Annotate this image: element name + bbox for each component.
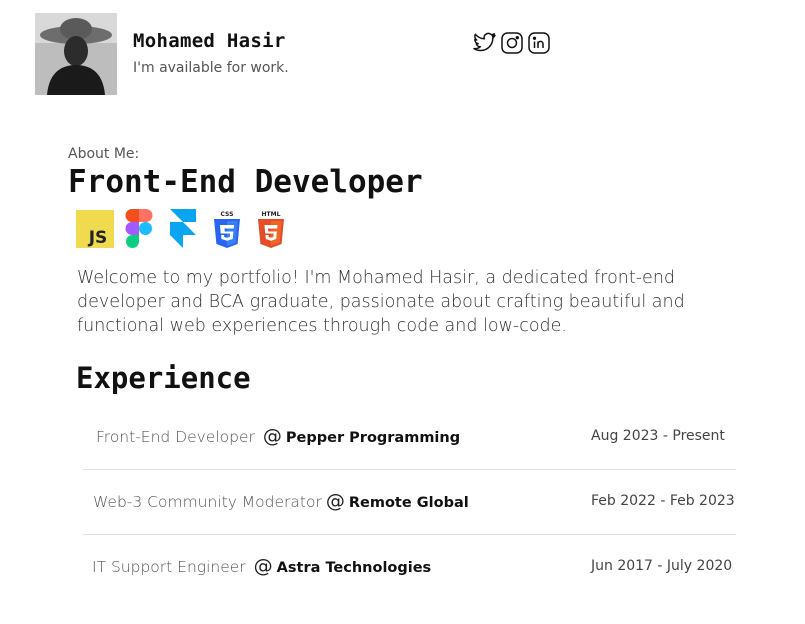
at-symbol: @ <box>262 425 282 447</box>
experience-list: Front-End Developer @ Pepper Programming… <box>83 405 736 599</box>
experience-company[interactable]: Astra Technologies <box>277 560 432 576</box>
experience-dates: Aug 2023 - Present <box>591 428 725 444</box>
svg-text:HTML: HTML <box>262 211 281 218</box>
experience-dates: Feb 2022 - Feb 2023 <box>591 493 735 509</box>
experience-dates: Jun 2017 - July 2020 <box>591 558 733 574</box>
twitter-link[interactable] <box>473 31 497 55</box>
avatar <box>35 13 117 95</box>
experience-heading: Experience <box>76 361 251 395</box>
instagram-link[interactable] <box>500 31 524 55</box>
instagram-icon <box>501 32 523 54</box>
experience-role: Front-End Developer <box>96 428 255 446</box>
figma-icon <box>120 209 158 249</box>
tech-stack: JS CSS HTML <box>76 209 296 249</box>
experience-company[interactable]: Pepper Programming <box>286 430 460 446</box>
experience-role: Web-3 Community Moderator <box>93 493 322 511</box>
social-links <box>473 31 551 55</box>
experience-item: IT Support Engineer @ Astra Technologies… <box>83 535 736 599</box>
linkedin-icon <box>528 32 550 54</box>
about-label: About Me: <box>68 146 140 162</box>
at-symbol: @ <box>325 490 345 512</box>
svg-text:JS: JS <box>88 228 108 248</box>
svg-text:CSS: CSS <box>221 211 234 218</box>
linkedin-link[interactable] <box>527 31 551 55</box>
experience-item: Front-End Developer @ Pepper Programming… <box>83 405 736 470</box>
html5-icon: HTML <box>252 209 290 249</box>
framer-icon <box>164 209 202 249</box>
javascript-icon: JS <box>76 209 114 249</box>
experience-role: IT Support Engineer <box>92 558 246 576</box>
page-title: Front-End Developer <box>68 164 423 200</box>
twitter-icon <box>473 32 496 52</box>
css3-icon: CSS <box>208 209 246 249</box>
experience-company[interactable]: Remote Global <box>349 495 469 511</box>
bio-text: Welcome to my portfolio! I'm Mohamed Has… <box>77 268 685 336</box>
availability-status: I'm available for work. <box>133 60 289 76</box>
at-symbol: @ <box>253 555 273 577</box>
profile-name: Mohamed Hasir <box>133 30 286 52</box>
experience-item: Web-3 Community Moderator @ Remote Globa… <box>83 470 736 535</box>
